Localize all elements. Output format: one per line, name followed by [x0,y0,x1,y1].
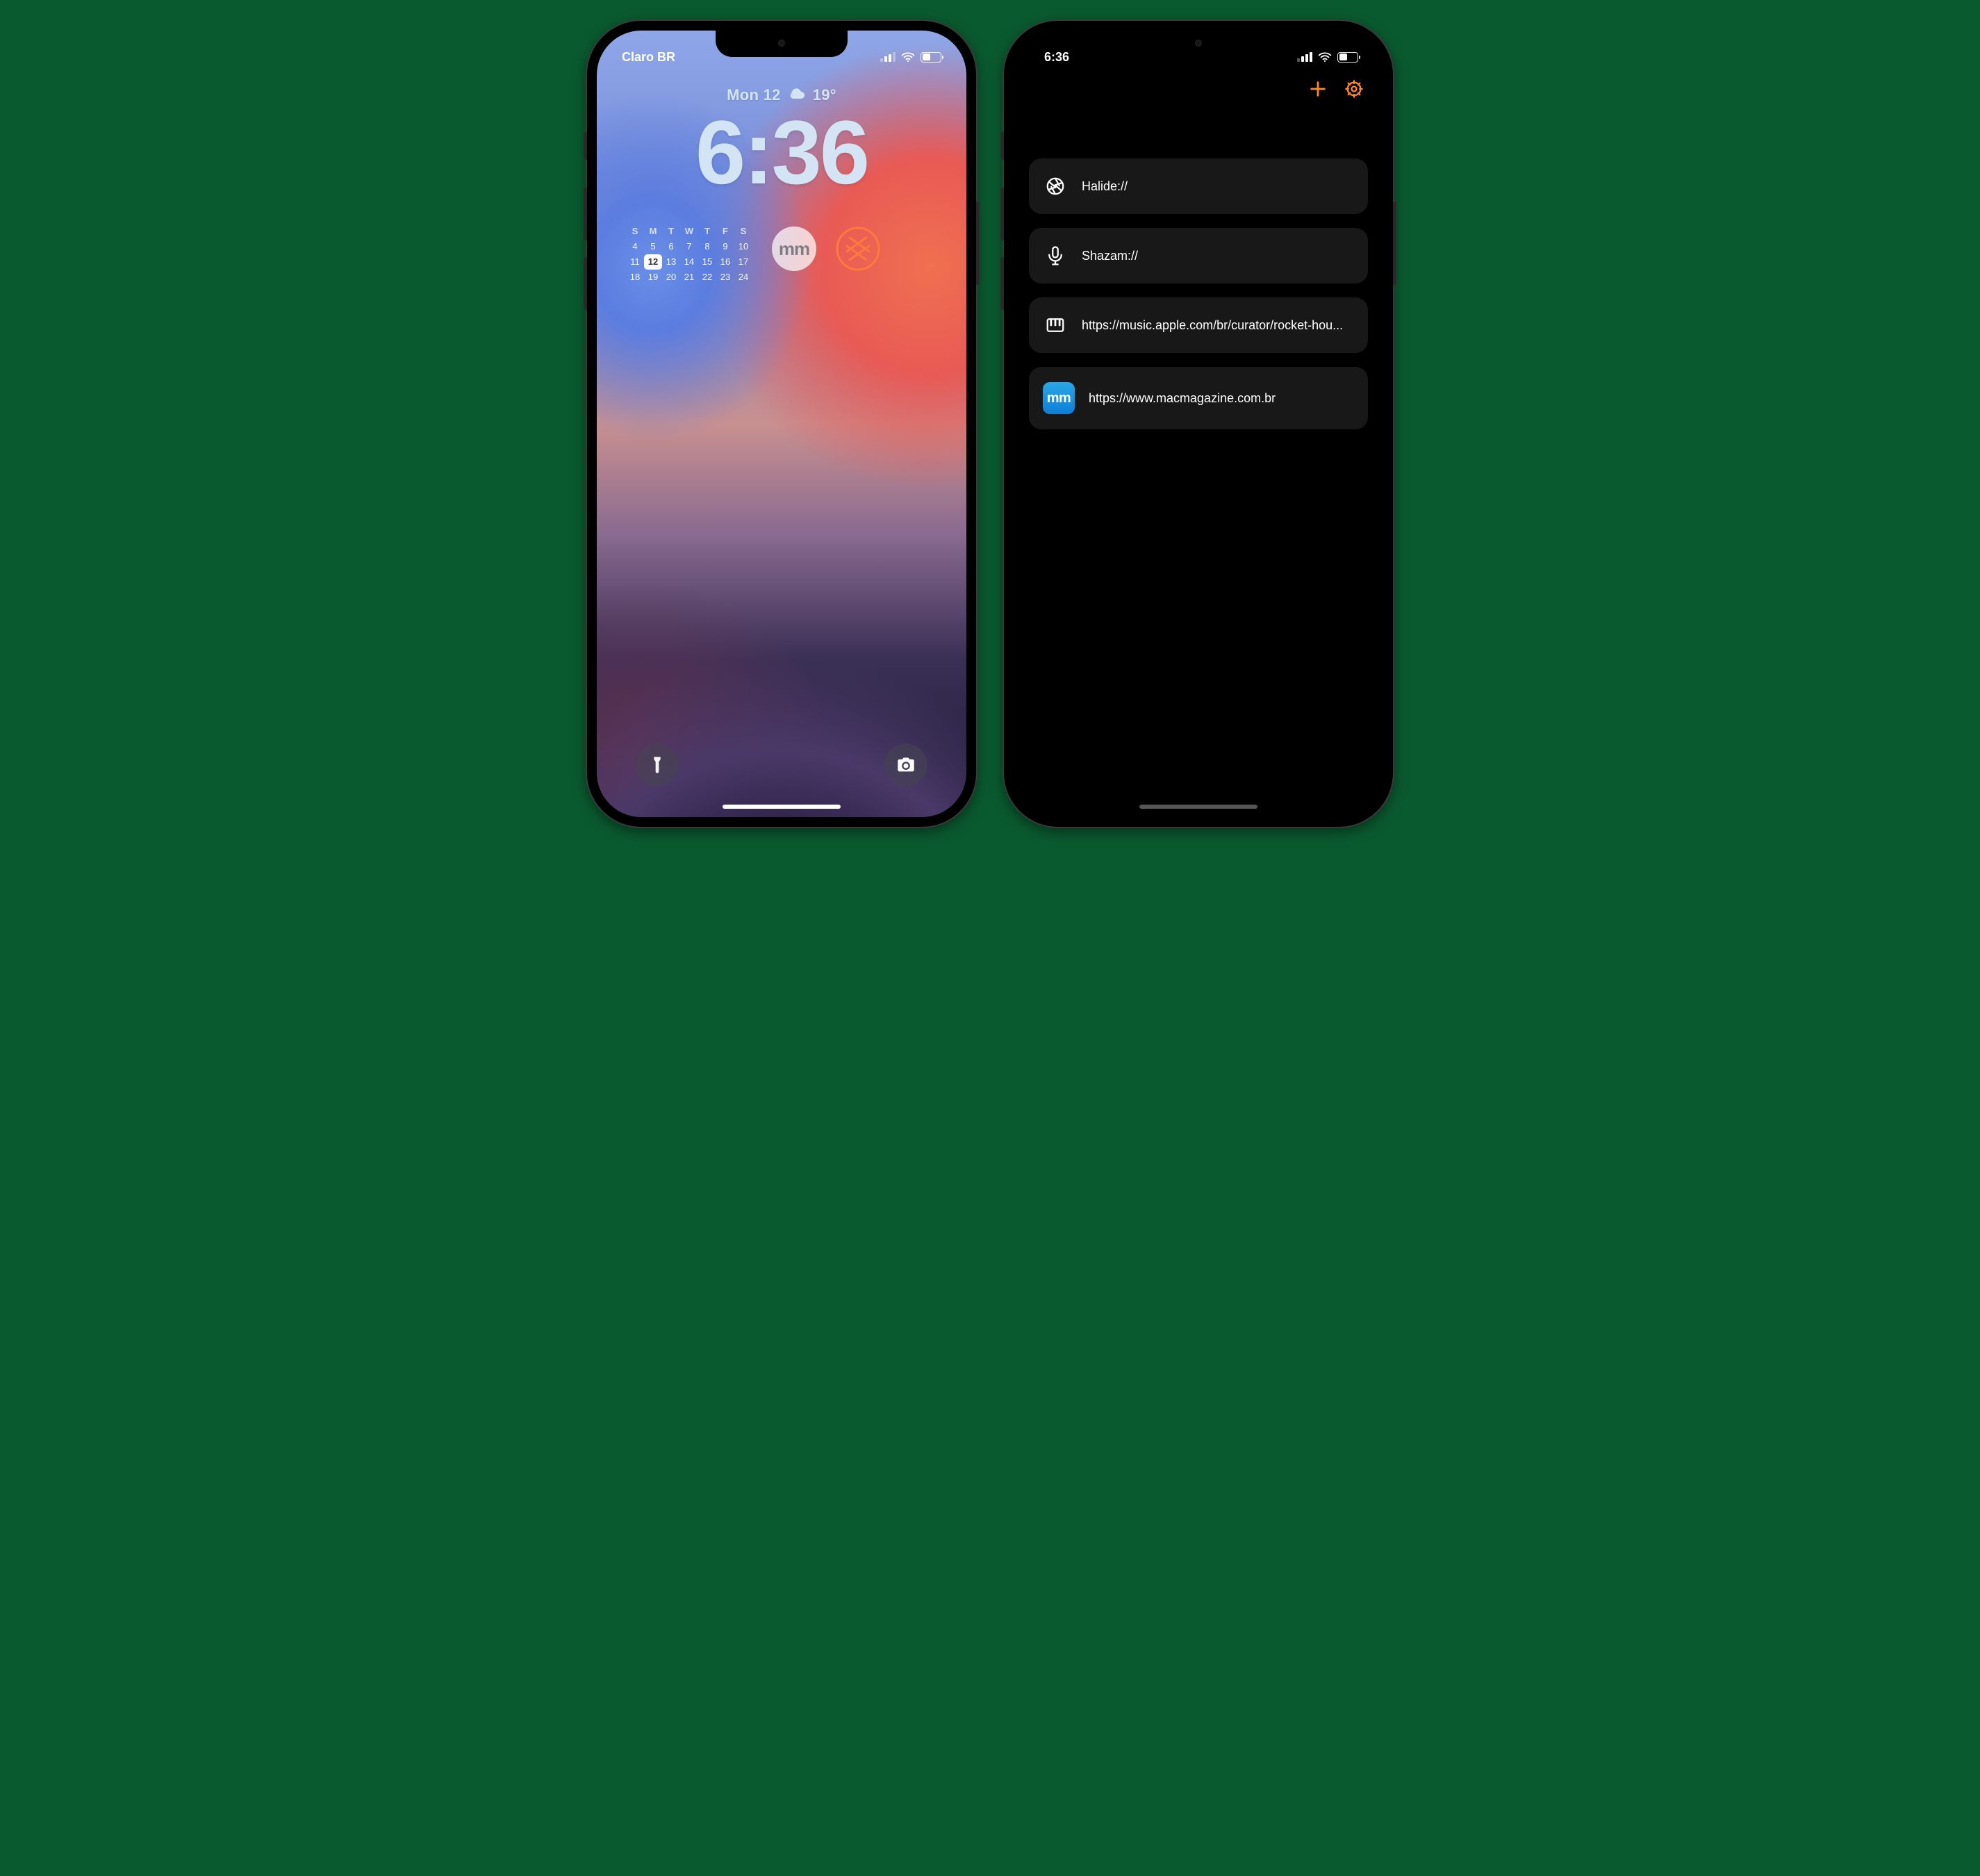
cal-day-header: M [644,224,662,239]
mm-icon: mm [779,238,809,260]
launcher-item[interactable]: Shazam:// [1029,228,1368,283]
launcher-item[interactable]: mm https://www.macmagazine.com.br [1029,367,1368,429]
wifi-icon [1318,51,1332,63]
cal-day-header: T [698,224,716,239]
carrier-label: Claro BR [622,50,675,65]
status-right [880,51,941,63]
gear-icon [1344,79,1364,99]
cal-day: 4 [626,239,644,254]
aperture-icon [1043,174,1068,199]
lockscreen-widgets: SMTWTFS 45678910111213141516171819202122… [626,224,937,285]
cal-day: 8 [698,239,716,254]
cal-day: 21 [680,270,698,285]
cal-day: 7 [680,239,698,254]
cellular-signal-icon [880,52,896,62]
cal-day-header: W [680,224,698,239]
nav-actions [1308,79,1364,102]
flashlight-icon [647,755,667,775]
cal-day: 5 [644,239,662,254]
launcher-item-label: https://www.macmagazine.com.br [1089,391,1276,406]
home-indicator[interactable] [1139,805,1257,809]
cal-day: 23 [716,270,734,285]
cal-day: 19 [644,270,662,285]
wifi-icon [901,51,915,63]
calendar-widget[interactable]: SMTWTFS 45678910111213141516171819202122… [626,224,752,285]
cal-day: 9 [716,239,734,254]
cal-day-header: S [734,224,752,239]
launcher-item-label: https://music.apple.com/br/curator/rocke… [1082,318,1343,333]
cal-day: 22 [698,270,716,285]
lockscreen-bottom-actions [597,743,966,787]
flashlight-button[interactable] [636,743,679,787]
mic-icon [1043,243,1068,268]
home-indicator[interactable] [723,805,841,809]
camera-button[interactable] [884,743,927,787]
battery-icon [1337,52,1358,63]
cal-day-header: T [662,224,680,239]
status-time: 6:36 [1039,50,1069,65]
halide-widget[interactable] [836,227,880,271]
settings-button[interactable] [1344,79,1364,102]
add-button[interactable] [1308,79,1328,102]
launcher-item-label: Shazam:// [1082,249,1138,263]
camera-icon [896,755,916,775]
page-title: LockLauncher [1034,113,1220,144]
mm-icon: mm [1043,382,1075,414]
launcher-item[interactable]: https://music.apple.com/br/curator/rocke… [1029,297,1368,353]
piano-icon [1043,313,1068,338]
status-right [1297,51,1358,63]
cal-day: 10 [734,239,752,254]
launcher-list: Halide:// Shazam:// https://music.apple.co… [1029,158,1368,429]
cal-day: 17 [734,254,752,270]
launcher-item[interactable]: Halide:// [1029,158,1368,214]
cal-day: 18 [626,270,644,285]
lockscreen: Claro BR Mon 12 19° 6:36 [597,31,966,817]
cal-day: 6 [662,239,680,254]
cal-day-header: F [716,224,734,239]
notch [1132,31,1264,57]
launcher-item-label: Halide:// [1082,179,1128,194]
cal-day: 15 [698,254,716,270]
halide-icon [836,227,880,271]
cal-day: 24 [734,270,752,285]
locklauncher-app: 6:36 [1014,31,1383,817]
cellular-signal-icon [1297,52,1312,62]
cal-day: 16 [716,254,734,270]
iphone-lockscreen-device: Claro BR Mon 12 19° 6:36 [587,21,976,827]
cal-day: 12 [644,254,662,270]
cal-day: 20 [662,270,680,285]
cal-day: 14 [680,254,698,270]
cal-day: 13 [662,254,680,270]
notch [716,31,848,57]
battery-icon [921,52,941,63]
cal-day: 11 [626,254,644,270]
plus-icon [1308,79,1328,99]
iphone-app-device: 6:36 [1004,21,1393,827]
lockscreen-time: 6:36 [597,107,966,197]
macmagazine-widget[interactable]: mm [772,227,816,271]
cal-day-header: S [626,224,644,239]
lockscreen-clock-area: Mon 12 19° 6:36 [597,86,966,197]
